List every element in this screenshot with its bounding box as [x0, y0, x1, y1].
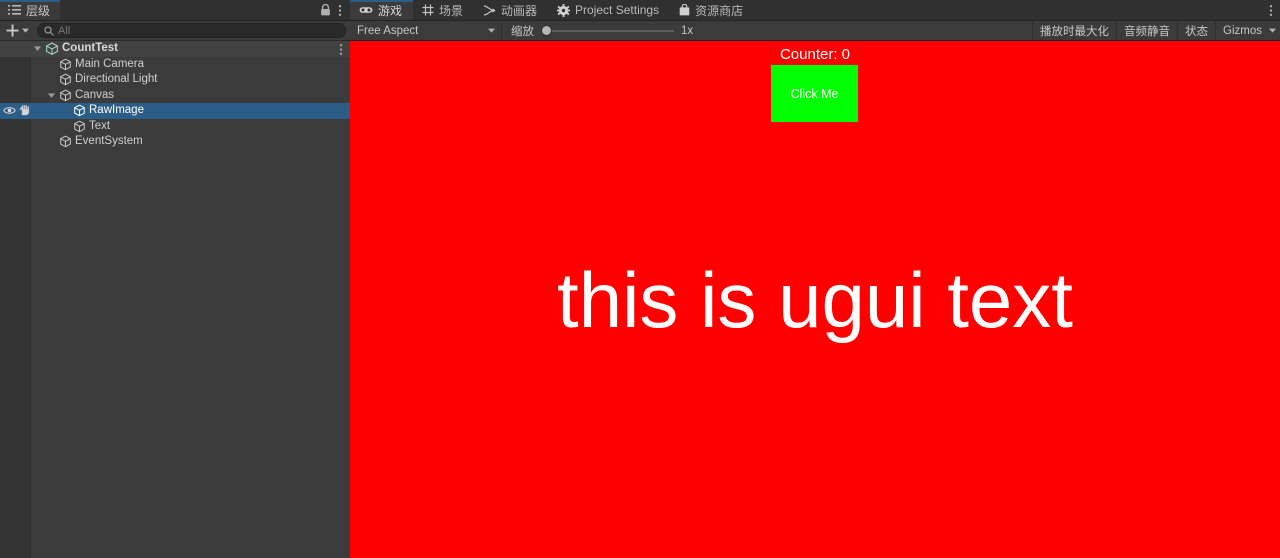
game-tabbar-actions [1269, 0, 1280, 20]
aspect-ratio-dropdown[interactable]: Free Aspect [350, 21, 502, 40]
search-input[interactable] [58, 24, 339, 37]
row-visibility-cell [0, 41, 31, 57]
add-gameobject-button[interactable] [6, 24, 29, 37]
hierarchy-search-field[interactable] [37, 23, 346, 38]
game-render-surface[interactable]: Counter: 0 Click Me this is ugui text [350, 41, 1280, 558]
row-label: EventSystem [75, 135, 143, 147]
unity-scene-icon [46, 42, 58, 56]
tab-project-settings[interactable]: Project Settings [548, 0, 670, 20]
hierarchy-panel: 层级 All CountTest Main Camera Directional… [0, 0, 350, 558]
tab-gv-0[interactable]: 游戏 [350, 0, 414, 20]
row-label: Main Camera [75, 57, 145, 70]
row-label: Canvas [75, 88, 114, 101]
stats-button[interactable]: 状态 [1177, 21, 1215, 40]
zoom-slider-track [541, 29, 674, 32]
gizmos-button[interactable]: Gizmos [1215, 21, 1280, 40]
hierarchy-header-actions [320, 0, 350, 20]
row-visibility-cell [0, 72, 31, 88]
hierarchy-row-eventsystem[interactable]: EventSystem [0, 134, 350, 150]
tab-label: 场景 [439, 3, 464, 18]
row-content: Canvas [47, 88, 114, 104]
row-label: Text [89, 119, 111, 132]
tab-label: Project Settings [575, 3, 660, 17]
gameobject-cube-icon [60, 58, 71, 71]
hierarchy-tabbar-space [60, 0, 320, 20]
row-visibility-cell [0, 103, 31, 119]
hierarchy-tabbar: 层级 [0, 0, 350, 21]
hierarchy-row-directional-light[interactable]: Directional Light [0, 72, 350, 88]
kebab-menu-icon[interactable] [1269, 4, 1273, 17]
gameobject-cube-icon [74, 120, 85, 133]
row-visibility-cell [0, 57, 31, 73]
zoom-value: 1x [681, 24, 694, 37]
animator-node-icon [483, 4, 496, 16]
row-visibility-cell [0, 134, 31, 150]
aspect-ratio-value: Free Aspect [357, 24, 419, 37]
row-label: CountTest [62, 42, 119, 54]
tab-label: 游戏 [378, 3, 403, 18]
hierarchy-row-text[interactable]: Text [0, 119, 350, 135]
unity-editor-window: 层级 All CountTest Main Camera Directional… [0, 0, 1280, 558]
hierarchy-toolbar [0, 21, 350, 41]
tab-hierarchy[interactable]: 层级 [0, 0, 61, 20]
plus-icon [6, 24, 19, 37]
row-visibility-cell [0, 119, 31, 135]
search-icon [44, 25, 54, 36]
gameobject-cube-icon [60, 89, 71, 102]
gameobject-cube-icon [74, 104, 85, 117]
tab-gv-1[interactable]: 场景 [413, 0, 474, 20]
twisty-expanded-icon[interactable] [33, 44, 42, 53]
gamepad-icon [359, 7, 373, 13]
lock-icon[interactable] [320, 4, 331, 16]
hierarchy-list-icon [8, 5, 21, 15]
chevron-down-icon [22, 28, 29, 33]
mute-audio-button[interactable]: 音频静音 [1116, 21, 1177, 40]
twisty-expanded-icon[interactable] [47, 91, 56, 100]
hierarchy-row-counttest[interactable]: CountTest [0, 41, 350, 57]
game-tabbar-space [754, 0, 1269, 20]
row-content: CountTest [33, 41, 118, 57]
row-content: Main Camera [47, 57, 144, 73]
row-label: Directional Light [75, 73, 158, 85]
tab-hierarchy-label: 层级 [26, 3, 51, 18]
zoom-label: 缩放 [511, 25, 534, 38]
pickability-hand-icon[interactable] [19, 105, 30, 116]
row-content: Text [61, 119, 110, 135]
row-label: RawImage [89, 104, 144, 116]
game-view-panel: 游戏 场景 动画器 Project Settings 资源商店 Free Asp… [350, 0, 1280, 558]
tab-label: 资源商店 [695, 3, 744, 18]
row-content: EventSystem [47, 134, 143, 150]
zoom-slider-handle[interactable] [541, 25, 552, 36]
tab-label: 动画器 [501, 3, 538, 18]
zoom-control: 缩放 1x [502, 23, 702, 39]
gameobject-cube-icon [60, 73, 71, 86]
gear-icon [557, 3, 571, 17]
zoom-slider[interactable] [541, 25, 674, 37]
shopping-bag-icon [679, 4, 690, 16]
counter-label: Counter: 0 [779, 46, 851, 63]
tab-gv-2[interactable]: 动画器 [474, 0, 548, 20]
hierarchy-row-list: CountTest Main Camera Directional Light … [0, 41, 350, 150]
chevron-down-icon[interactable] [1269, 28, 1276, 33]
row-kebab-menu-icon[interactable] [339, 43, 343, 56]
row-visibility-cell [0, 88, 31, 104]
tab-gv-4[interactable]: 资源商店 [670, 0, 754, 20]
ugui-text-label: this is ugui text [557, 256, 1073, 344]
row-content: RawImage [61, 103, 144, 119]
hierarchy-row-main-camera[interactable]: Main Camera [0, 57, 350, 73]
chevron-down-icon [488, 28, 495, 33]
gizmos-label: Gizmos [1223, 24, 1262, 37]
row-content: Directional Light [47, 72, 157, 88]
gameobject-cube-icon [60, 135, 71, 148]
hierarchy-row-canvas[interactable]: Canvas [0, 88, 350, 104]
hierarchy-tree: CountTest Main Camera Directional Light … [0, 41, 350, 558]
click-me-button[interactable]: Click Me [771, 65, 858, 122]
hierarchy-row-rawimage[interactable]: RawImage [0, 103, 350, 119]
game-view-tabbar: 游戏 场景 动画器 Project Settings 资源商店 [350, 0, 1280, 21]
maximize-on-play-button[interactable]: 播放时最大化 [1032, 21, 1116, 40]
grid-scene-icon [422, 4, 434, 16]
game-view-toolbar: Free Aspect 缩放 1x 播放时最大化 音频静音 状态 Gizmos [350, 21, 1280, 41]
visibility-eye-icon[interactable] [3, 106, 16, 115]
kebab-menu-icon[interactable] [338, 4, 342, 17]
